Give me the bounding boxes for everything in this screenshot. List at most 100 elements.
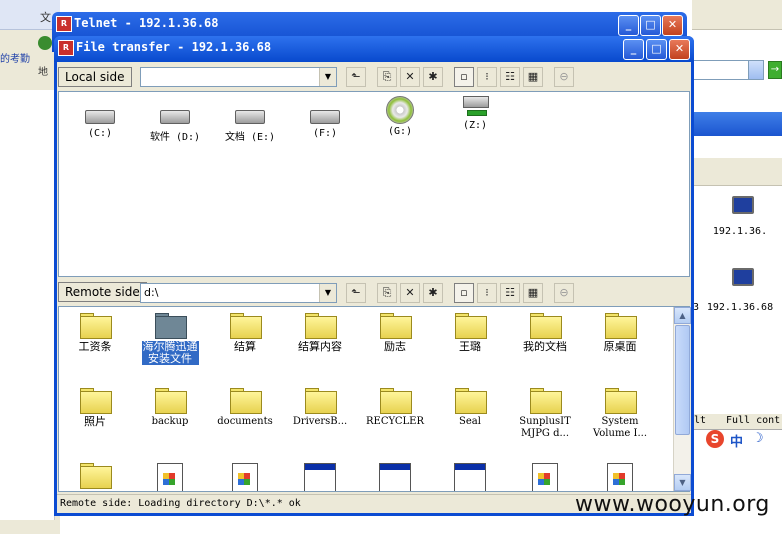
- background-content: [0, 90, 55, 520]
- remote-file-pane[interactable]: 工资条 海尔腾迅通 安装文件 结算 结算内容 励志 王璐 我的文档 原桌面照片 backup doc…: [58, 306, 690, 492]
- folder-item[interactable]: RECYCLER: [358, 388, 432, 428]
- folder-icon: [305, 388, 337, 414]
- item-label: 结算内容: [298, 341, 342, 353]
- minimize-button[interactable]: _: [623, 39, 644, 60]
- up-folder-icon[interactable]: ⬑: [346, 283, 366, 303]
- folder-icon: [80, 463, 112, 489]
- background-toolbar: [0, 0, 60, 30]
- column-header[interactable]: Full cont: [726, 415, 780, 426]
- folder-icon: [455, 388, 487, 414]
- folder-item[interactable]: DriversB...: [283, 388, 357, 428]
- scroll-thumb[interactable]: [675, 325, 690, 435]
- folder-icon: [380, 313, 412, 339]
- folder-item[interactable]: 结算: [208, 313, 282, 353]
- background-right-app: [692, 0, 782, 534]
- folder-item[interactable]: 照片: [59, 388, 132, 428]
- item-label: RECYCLER: [365, 416, 425, 427]
- app-icon: R: [56, 16, 72, 32]
- folder-icon: [80, 313, 112, 339]
- close-button[interactable]: ✕: [662, 15, 683, 36]
- background-window-toolbar: [692, 158, 782, 186]
- folder-item[interactable]: Seal: [433, 388, 507, 428]
- file-item[interactable]: [358, 463, 432, 491]
- folder-item[interactable]: 海尔腾迅通 安装文件: [133, 313, 207, 368]
- computer-icon[interactable]: [732, 196, 754, 214]
- drive-label: (Z:): [462, 120, 488, 131]
- background-go-icon: [38, 36, 52, 50]
- details-view-icon[interactable]: ▦: [523, 283, 543, 303]
- new-folder-icon[interactable]: ✱: [423, 283, 443, 303]
- remote-scrollbar[interactable]: ▲ ▼: [673, 307, 691, 491]
- local-path-combo[interactable]: ▼: [140, 67, 337, 87]
- background-go-button[interactable]: →: [768, 61, 782, 79]
- maximize-button[interactable]: □: [640, 15, 661, 36]
- local-file-pane[interactable]: (C:) 软件 (D:) 文档 (E:) (F:) (G:) (Z:): [58, 91, 690, 277]
- column-header[interactable]: lt: [694, 415, 706, 426]
- local-side-label: Local side: [58, 67, 132, 87]
- folder-item[interactable]: 原桌面: [583, 313, 657, 353]
- file-item[interactable]: [283, 463, 357, 491]
- background-combo-button[interactable]: [748, 61, 763, 79]
- folder-item[interactable]: documents: [208, 388, 282, 428]
- copy-icon[interactable]: ⎘: [377, 67, 397, 87]
- delete-icon[interactable]: ✕: [400, 67, 420, 87]
- folder-item[interactable]: 结算内容: [283, 313, 357, 353]
- drive-item[interactable]: (F:): [288, 110, 362, 139]
- folder-item[interactable]: 工资条: [59, 313, 132, 353]
- list-view-icon[interactable]: ☷: [500, 283, 520, 303]
- remote-path-combo[interactable]: d:\ ▼: [140, 283, 337, 303]
- ime-mode-label[interactable]: 中: [730, 431, 743, 450]
- folder-icon: [80, 388, 112, 414]
- drive-item[interactable]: 软件 (D:): [138, 110, 212, 143]
- moon-icon[interactable]: ☽: [752, 431, 764, 446]
- file-item[interactable]: [583, 463, 657, 491]
- drive-item[interactable]: (C:): [63, 110, 137, 139]
- folder-item[interactable]: SunplusIT MJPG d...: [508, 388, 582, 440]
- file-item[interactable]: [133, 463, 207, 491]
- minimize-button[interactable]: _: [618, 15, 639, 36]
- copy-icon[interactable]: ⎘: [377, 283, 397, 303]
- stop-icon[interactable]: ⊖: [554, 283, 574, 303]
- item-label: 海尔腾迅通 安装文件: [141, 341, 199, 365]
- chevron-down-icon[interactable]: ▼: [319, 284, 336, 302]
- installer-file-icon: [607, 463, 633, 491]
- folder-item[interactable]: System Volume I...: [583, 388, 657, 440]
- folder-item[interactable]: backup: [133, 388, 207, 428]
- file-item[interactable]: [208, 463, 282, 491]
- item-label: System Volume I...: [592, 416, 648, 439]
- drive-label: 软件 (D:): [149, 132, 201, 143]
- scroll-down-button[interactable]: ▼: [674, 474, 691, 491]
- background-right-toolbar: [692, 0, 782, 30]
- folder-item[interactable]: 我的文档: [508, 313, 582, 353]
- maximize-button[interactable]: □: [646, 39, 667, 60]
- file-item[interactable]: [508, 463, 582, 491]
- large-icons-view-icon[interactable]: ▫: [454, 283, 474, 303]
- list-view-icon[interactable]: ☷: [500, 67, 520, 87]
- details-view-icon[interactable]: ▦: [523, 67, 543, 87]
- item-label: documents: [217, 416, 273, 427]
- close-button[interactable]: ✕: [669, 39, 690, 60]
- large-icons-view-icon[interactable]: ▫: [454, 67, 474, 87]
- file-item[interactable]: [433, 463, 507, 491]
- folder-item[interactable]: [59, 463, 132, 491]
- scroll-up-button[interactable]: ▲: [674, 307, 691, 324]
- small-icons-view-icon[interactable]: ⁝: [477, 283, 497, 303]
- ime-logo-icon[interactable]: S: [706, 430, 724, 448]
- ime-toolbar[interactable]: S 中 ☽: [700, 428, 782, 452]
- computer-icon[interactable]: [732, 268, 754, 286]
- drive-item[interactable]: (Z:): [438, 96, 512, 131]
- delete-icon[interactable]: ✕: [400, 283, 420, 303]
- new-folder-icon[interactable]: ✱: [423, 67, 443, 87]
- background-link[interactable]: 的考勤: [0, 50, 30, 65]
- chevron-down-icon[interactable]: ▼: [319, 68, 336, 86]
- up-folder-icon[interactable]: ⬑: [346, 67, 366, 87]
- host-label[interactable]: 192.1.36.: [700, 226, 780, 237]
- folder-item[interactable]: 励志: [358, 313, 432, 353]
- stop-icon[interactable]: ⊖: [554, 67, 574, 87]
- folder-item[interactable]: 王璐: [433, 313, 507, 353]
- drive-item[interactable]: (G:): [363, 96, 437, 137]
- host-label[interactable]: 192.1.36.68: [700, 302, 780, 313]
- folder-icon: [380, 388, 412, 414]
- small-icons-view-icon[interactable]: ⁝: [477, 67, 497, 87]
- drive-item[interactable]: 文档 (E:): [213, 110, 287, 143]
